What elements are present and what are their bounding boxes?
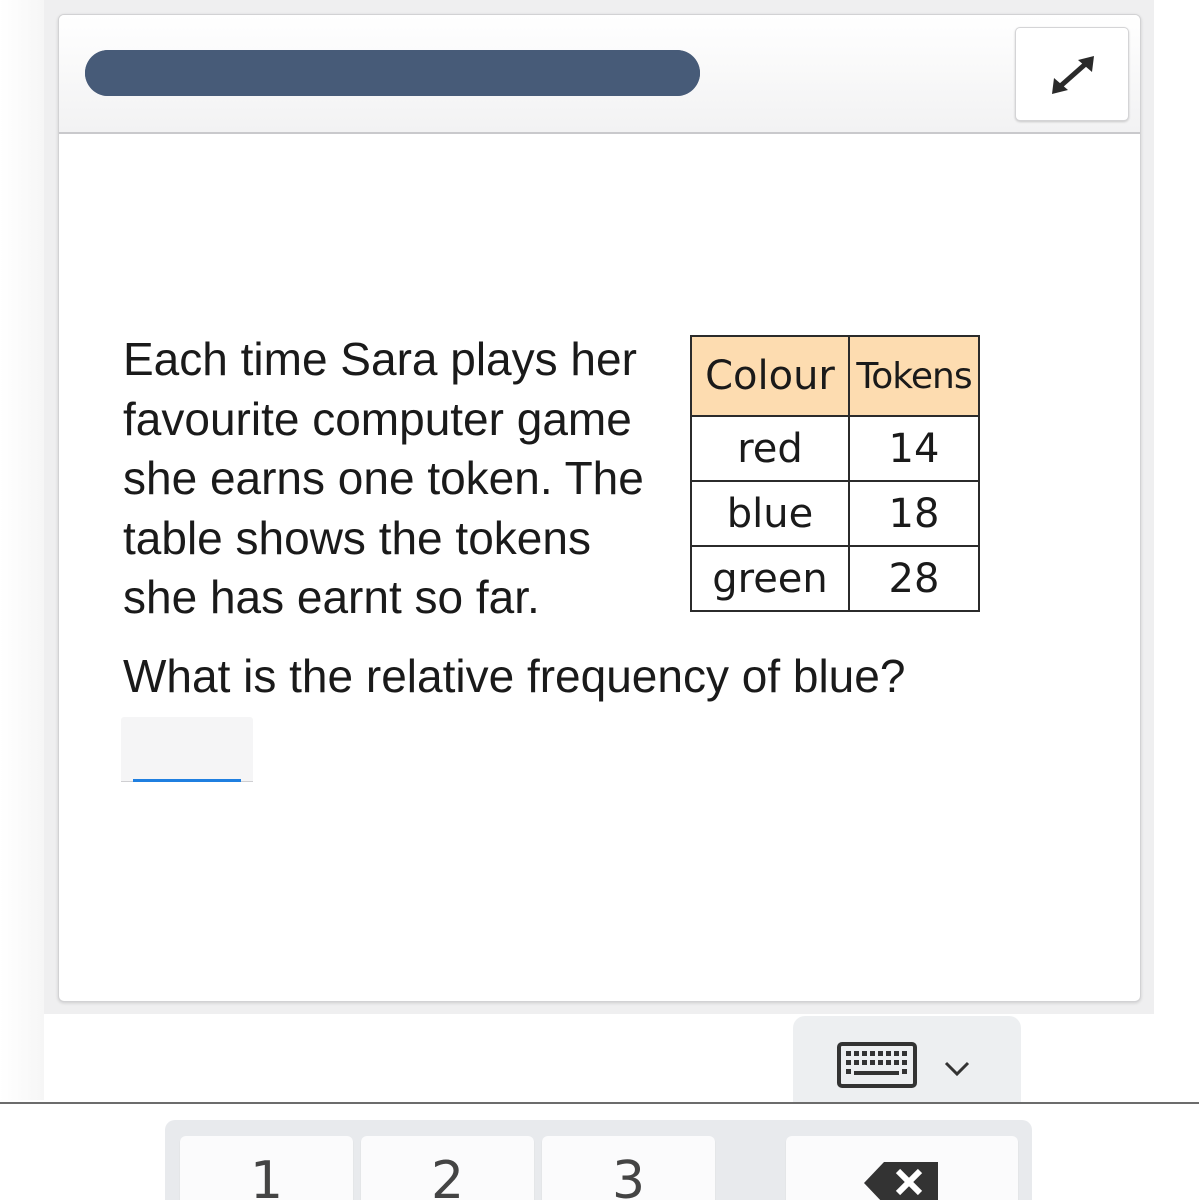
answer-field-underline <box>133 779 241 782</box>
card-header <box>59 15 1140 134</box>
progress-bar-fill <box>85 50 700 96</box>
question-card: Each time Sara plays her favourite compu… <box>58 14 1141 1002</box>
table-row: blue 18 <box>690 480 980 547</box>
cell-colour: blue <box>690 480 850 547</box>
backspace-icon <box>864 1162 938 1200</box>
cell-tokens: 28 <box>848 545 980 612</box>
keyboard-toggle-button[interactable] <box>793 1016 1021 1116</box>
keyboard-icon <box>837 1042 917 1088</box>
page-margin <box>0 0 44 1100</box>
chevron-down-icon <box>944 1061 970 1077</box>
column-header-tokens: Tokens <box>848 335 980 417</box>
cell-tokens: 18 <box>848 480 980 547</box>
cell-colour: red <box>690 415 850 482</box>
tokens-table: Colour Tokens red 14 blue 18 green 28 <box>690 335 980 612</box>
key-1[interactable]: 1 <box>180 1136 353 1200</box>
answer-field[interactable] <box>121 717 253 782</box>
cell-colour: green <box>690 545 850 612</box>
table-row: red 14 <box>690 415 980 482</box>
progress-bar <box>85 50 700 96</box>
key-2[interactable]: 2 <box>361 1136 534 1200</box>
table-row: green 28 <box>690 545 980 612</box>
expand-icon <box>1052 56 1094 94</box>
backspace-key[interactable] <box>786 1136 1018 1200</box>
column-header-colour: Colour <box>690 335 850 417</box>
table-header-row: Colour Tokens <box>690 335 980 417</box>
expand-button[interactable] <box>1015 27 1129 121</box>
cell-tokens: 14 <box>848 415 980 482</box>
answer-input[interactable] <box>121 717 253 781</box>
key-3[interactable]: 3 <box>542 1136 715 1200</box>
question-intro: Each time Sara plays her favourite compu… <box>123 333 644 623</box>
question-prompt: What is the relative frequency of blue? <box>123 650 906 702</box>
